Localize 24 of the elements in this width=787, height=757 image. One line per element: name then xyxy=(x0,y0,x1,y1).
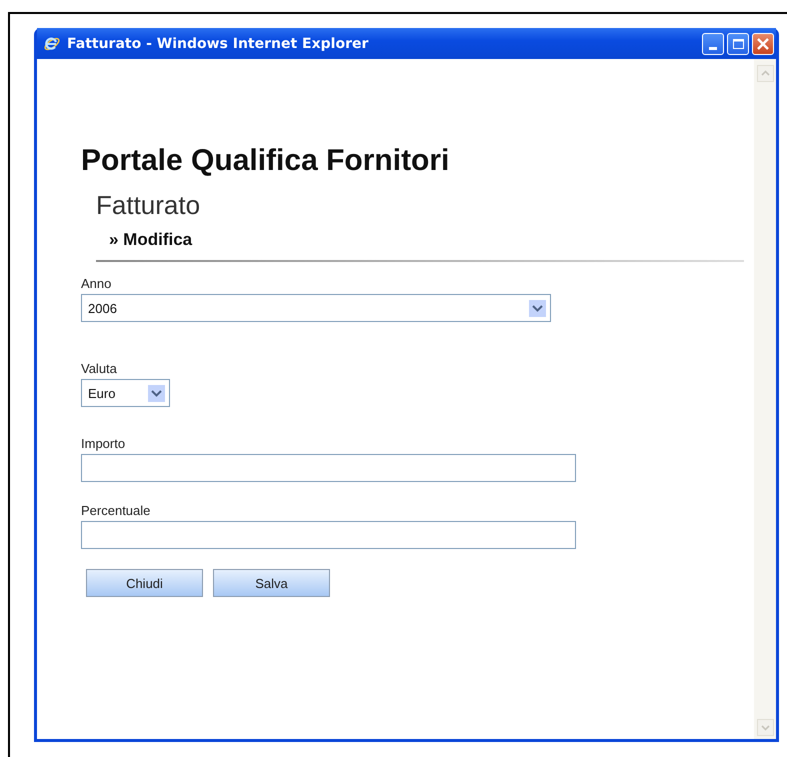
page-heading: Portale Qualifica Fornitori xyxy=(81,143,450,179)
form-button[interactable]: Chiudi xyxy=(86,569,203,597)
scrollbar[interactable] xyxy=(754,59,776,739)
field-label: Anno xyxy=(81,275,112,292)
browser-logo-icon xyxy=(43,34,61,52)
field-label: Valuta xyxy=(81,360,117,377)
scroll-down-icon xyxy=(756,719,774,736)
field-label: Importo xyxy=(81,435,126,452)
form-button[interactable]: Salva xyxy=(213,569,330,597)
minimize-icon xyxy=(709,46,717,50)
dropdown[interactable]: 2006 xyxy=(81,294,551,322)
minimize-button[interactable] xyxy=(702,32,724,54)
field-label: Percentuale xyxy=(81,502,150,519)
dropdown[interactable]: Euro xyxy=(81,379,170,407)
close-icon xyxy=(757,38,769,50)
page-subtitle: Fatturato xyxy=(96,189,202,221)
window-title: Fatturato - Windows Internet Explorer xyxy=(67,36,370,52)
input-field[interactable] xyxy=(81,454,576,482)
breadcrumb: » Modifica xyxy=(109,230,194,250)
input-field[interactable] xyxy=(81,521,576,549)
close-button[interactable] xyxy=(752,32,774,54)
maximize-button[interactable] xyxy=(727,32,749,54)
maximize-icon xyxy=(732,38,744,48)
scroll-up-icon xyxy=(756,65,774,82)
